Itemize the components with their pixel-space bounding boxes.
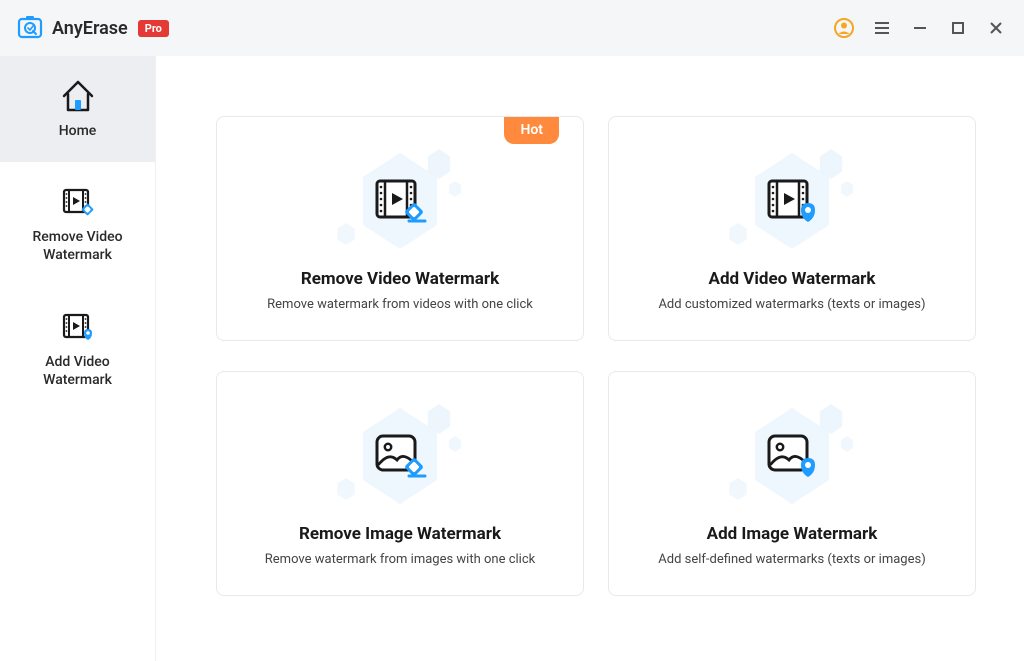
card-add-video-watermark[interactable]: Add Video Watermark Add customized water… (608, 116, 976, 341)
home-icon (58, 78, 98, 114)
sidebar-item-label: Add Video Watermark (10, 353, 145, 389)
sidebar-item-label: Home (59, 122, 97, 140)
titlebar: AnyErase Pro (0, 0, 1024, 56)
video-add-large-icon (763, 175, 821, 227)
image-remove-large-icon (371, 430, 429, 482)
card-desc: Remove watermark from images with one cl… (253, 552, 547, 567)
card-remove-video-watermark[interactable]: Hot (216, 116, 584, 341)
minimize-icon[interactable] (908, 16, 932, 40)
sidebar-item-label: Remove Video Watermark (10, 228, 145, 264)
card-desc: Remove watermark from videos with one cl… (255, 297, 545, 312)
card-title: Add Video Watermark (709, 269, 876, 289)
card-icon-wrap (340, 406, 460, 506)
card-add-image-watermark[interactable]: Add Image Watermark Add self-defined wat… (608, 371, 976, 596)
card-icon-wrap (732, 406, 852, 506)
app-name: AnyErase (52, 18, 128, 39)
card-title: Remove Video Watermark (301, 269, 499, 289)
maximize-icon[interactable] (946, 16, 970, 40)
sidebar: Home Remove Video Watermark (0, 56, 156, 661)
card-title: Remove Image Watermark (299, 524, 501, 544)
app-logo-icon (16, 14, 44, 42)
account-icon[interactable] (832, 16, 856, 40)
sidebar-item-add-video-watermark[interactable]: Add Video Watermark (0, 287, 155, 411)
titlebar-right (832, 16, 1008, 40)
pro-badge: Pro (138, 20, 169, 37)
card-remove-image-watermark[interactable]: Remove Image Watermark Remove watermark … (216, 371, 584, 596)
image-add-large-icon (763, 430, 821, 482)
card-grid: Hot (216, 116, 976, 596)
content: Hot (156, 56, 1024, 661)
titlebar-left: AnyErase Pro (16, 14, 169, 42)
card-icon-wrap (340, 151, 460, 251)
card-icon-wrap (732, 151, 852, 251)
video-remove-large-icon (371, 175, 429, 227)
main-area: Home Remove Video Watermark (0, 56, 1024, 661)
sidebar-item-home[interactable]: Home (0, 56, 155, 162)
card-title: Add Image Watermark (707, 524, 878, 544)
card-desc: Add self-defined watermarks (texts or im… (646, 552, 937, 567)
close-icon[interactable] (984, 16, 1008, 40)
hot-badge: Hot (504, 117, 559, 144)
card-desc: Add customized watermarks (texts or imag… (646, 297, 937, 312)
video-remove-icon (58, 184, 98, 220)
menu-icon[interactable] (870, 16, 894, 40)
video-add-icon (58, 309, 98, 345)
sidebar-item-remove-video-watermark[interactable]: Remove Video Watermark (0, 162, 155, 286)
